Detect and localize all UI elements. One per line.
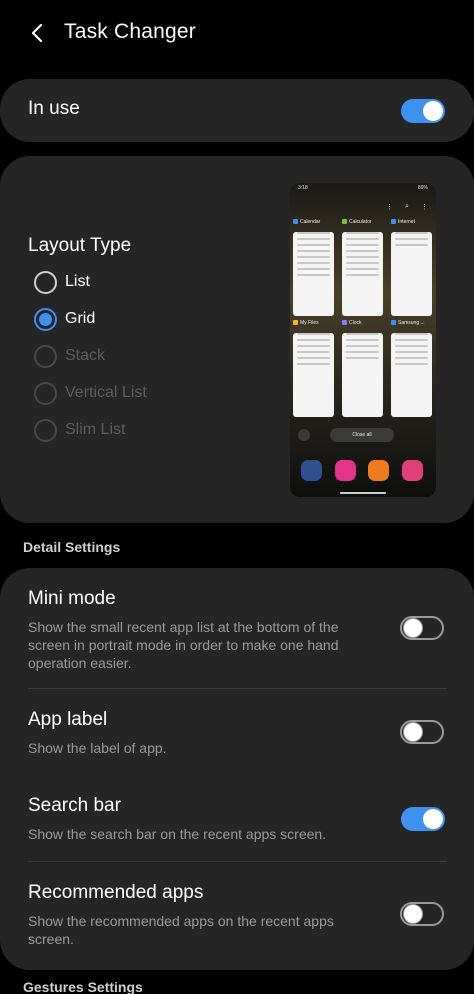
layout-type-title: Layout Type: [28, 235, 132, 256]
radio-button-disabled: [34, 419, 57, 442]
setting-description: Show the small recent app list at the bo…: [28, 619, 339, 671]
layout-preview-image: 3:18 89% ⋮ ⌕ ⋮ Calendar Calculator Inter…: [290, 183, 436, 497]
toggle-knob: [403, 904, 423, 924]
app-label-toggle[interactable]: [400, 720, 444, 744]
in-use-label: In use: [28, 98, 80, 119]
toggle-knob: [423, 101, 443, 121]
setting-recommended-apps[interactable]: Recommended apps Show the recommended ap…: [28, 882, 378, 948]
tips-app-icon: [368, 460, 389, 481]
setting-description: Show the search bar on the recent apps s…: [28, 826, 327, 842]
gallery-app-icon: [335, 460, 356, 481]
mic-icon: ⋮: [386, 204, 393, 211]
setting-search-bar[interactable]: Search bar Show the search bar on the re…: [28, 795, 378, 843]
radio-label: Grid: [65, 310, 96, 327]
in-use-card[interactable]: In use: [0, 79, 474, 142]
toggle-knob: [403, 722, 423, 742]
section-header-gestures-settings: Gestures Settings: [23, 979, 143, 994]
setting-app-label[interactable]: App label Show the label of app.: [28, 709, 378, 757]
setting-title: Search bar: [28, 795, 121, 816]
preview-time: 3:18: [298, 185, 308, 191]
toggle-knob: [403, 618, 423, 638]
preview-app-name: My Files: [300, 320, 319, 326]
in-use-toggle[interactable]: [401, 99, 445, 123]
preview-app-card: My Files: [293, 320, 334, 417]
search-bar-toggle[interactable]: [401, 807, 445, 831]
radio-label: Slim List: [65, 421, 126, 438]
preview-battery: 89%: [418, 185, 429, 191]
recommended-apps-toggle[interactable]: [400, 902, 444, 926]
preview-app-card: Samsung ...: [391, 320, 432, 417]
setting-title: App label: [28, 709, 108, 730]
mini-mode-toggle[interactable]: [400, 616, 444, 640]
home-indicator: [340, 492, 386, 494]
preview-app-name: Internet: [398, 219, 415, 225]
preview-app-card: Internet: [391, 219, 432, 316]
setting-description: Show the label of app.: [28, 740, 167, 756]
preview-app-card: Calendar: [293, 219, 334, 316]
more-icon: ⋮: [421, 204, 428, 211]
grid-menu-icon: [298, 429, 310, 441]
back-arrow-icon[interactable]: [26, 20, 50, 46]
detail-settings-card: Mini mode Show the small recent app list…: [0, 568, 474, 970]
setting-description: Show the recommended apps on the recent …: [28, 913, 334, 947]
setting-title: Recommended apps: [28, 882, 204, 903]
preview-app-card: Calculator: [342, 219, 383, 316]
radio-label: Stack: [65, 347, 106, 364]
section-header-detail-settings: Detail Settings: [23, 539, 121, 555]
divider: [28, 688, 447, 689]
preview-app-name: Clock: [349, 320, 362, 326]
radio-button-selected[interactable]: [34, 308, 57, 331]
divider: [28, 861, 447, 862]
radio-button-disabled: [34, 345, 57, 368]
setting-mini-mode[interactable]: Mini mode Show the small recent app list…: [28, 588, 378, 672]
radio-label: List: [65, 273, 90, 290]
preview-app-card: Clock: [342, 320, 383, 417]
store-app-icon: [402, 460, 423, 481]
preview-app-name: Calendar: [300, 219, 321, 225]
app-bar: Task Changer: [0, 0, 474, 70]
preview-close-all: Close all: [330, 428, 394, 442]
preview-app-name: Calculator: [349, 219, 372, 225]
setting-title: Mini mode: [28, 588, 116, 609]
radio-label: Vertical List: [65, 384, 147, 401]
radio-button[interactable]: [34, 271, 57, 294]
page-title: Task Changer: [64, 20, 196, 43]
toggle-knob: [423, 809, 443, 829]
radio-button-disabled: [34, 382, 57, 405]
settings-app-icon: [301, 460, 322, 481]
layout-type-card: Layout Type List Grid Stack Vertical Lis…: [0, 156, 474, 523]
preview-app-name: Samsung ...: [398, 320, 425, 326]
search-icon: ⌕: [405, 203, 409, 210]
